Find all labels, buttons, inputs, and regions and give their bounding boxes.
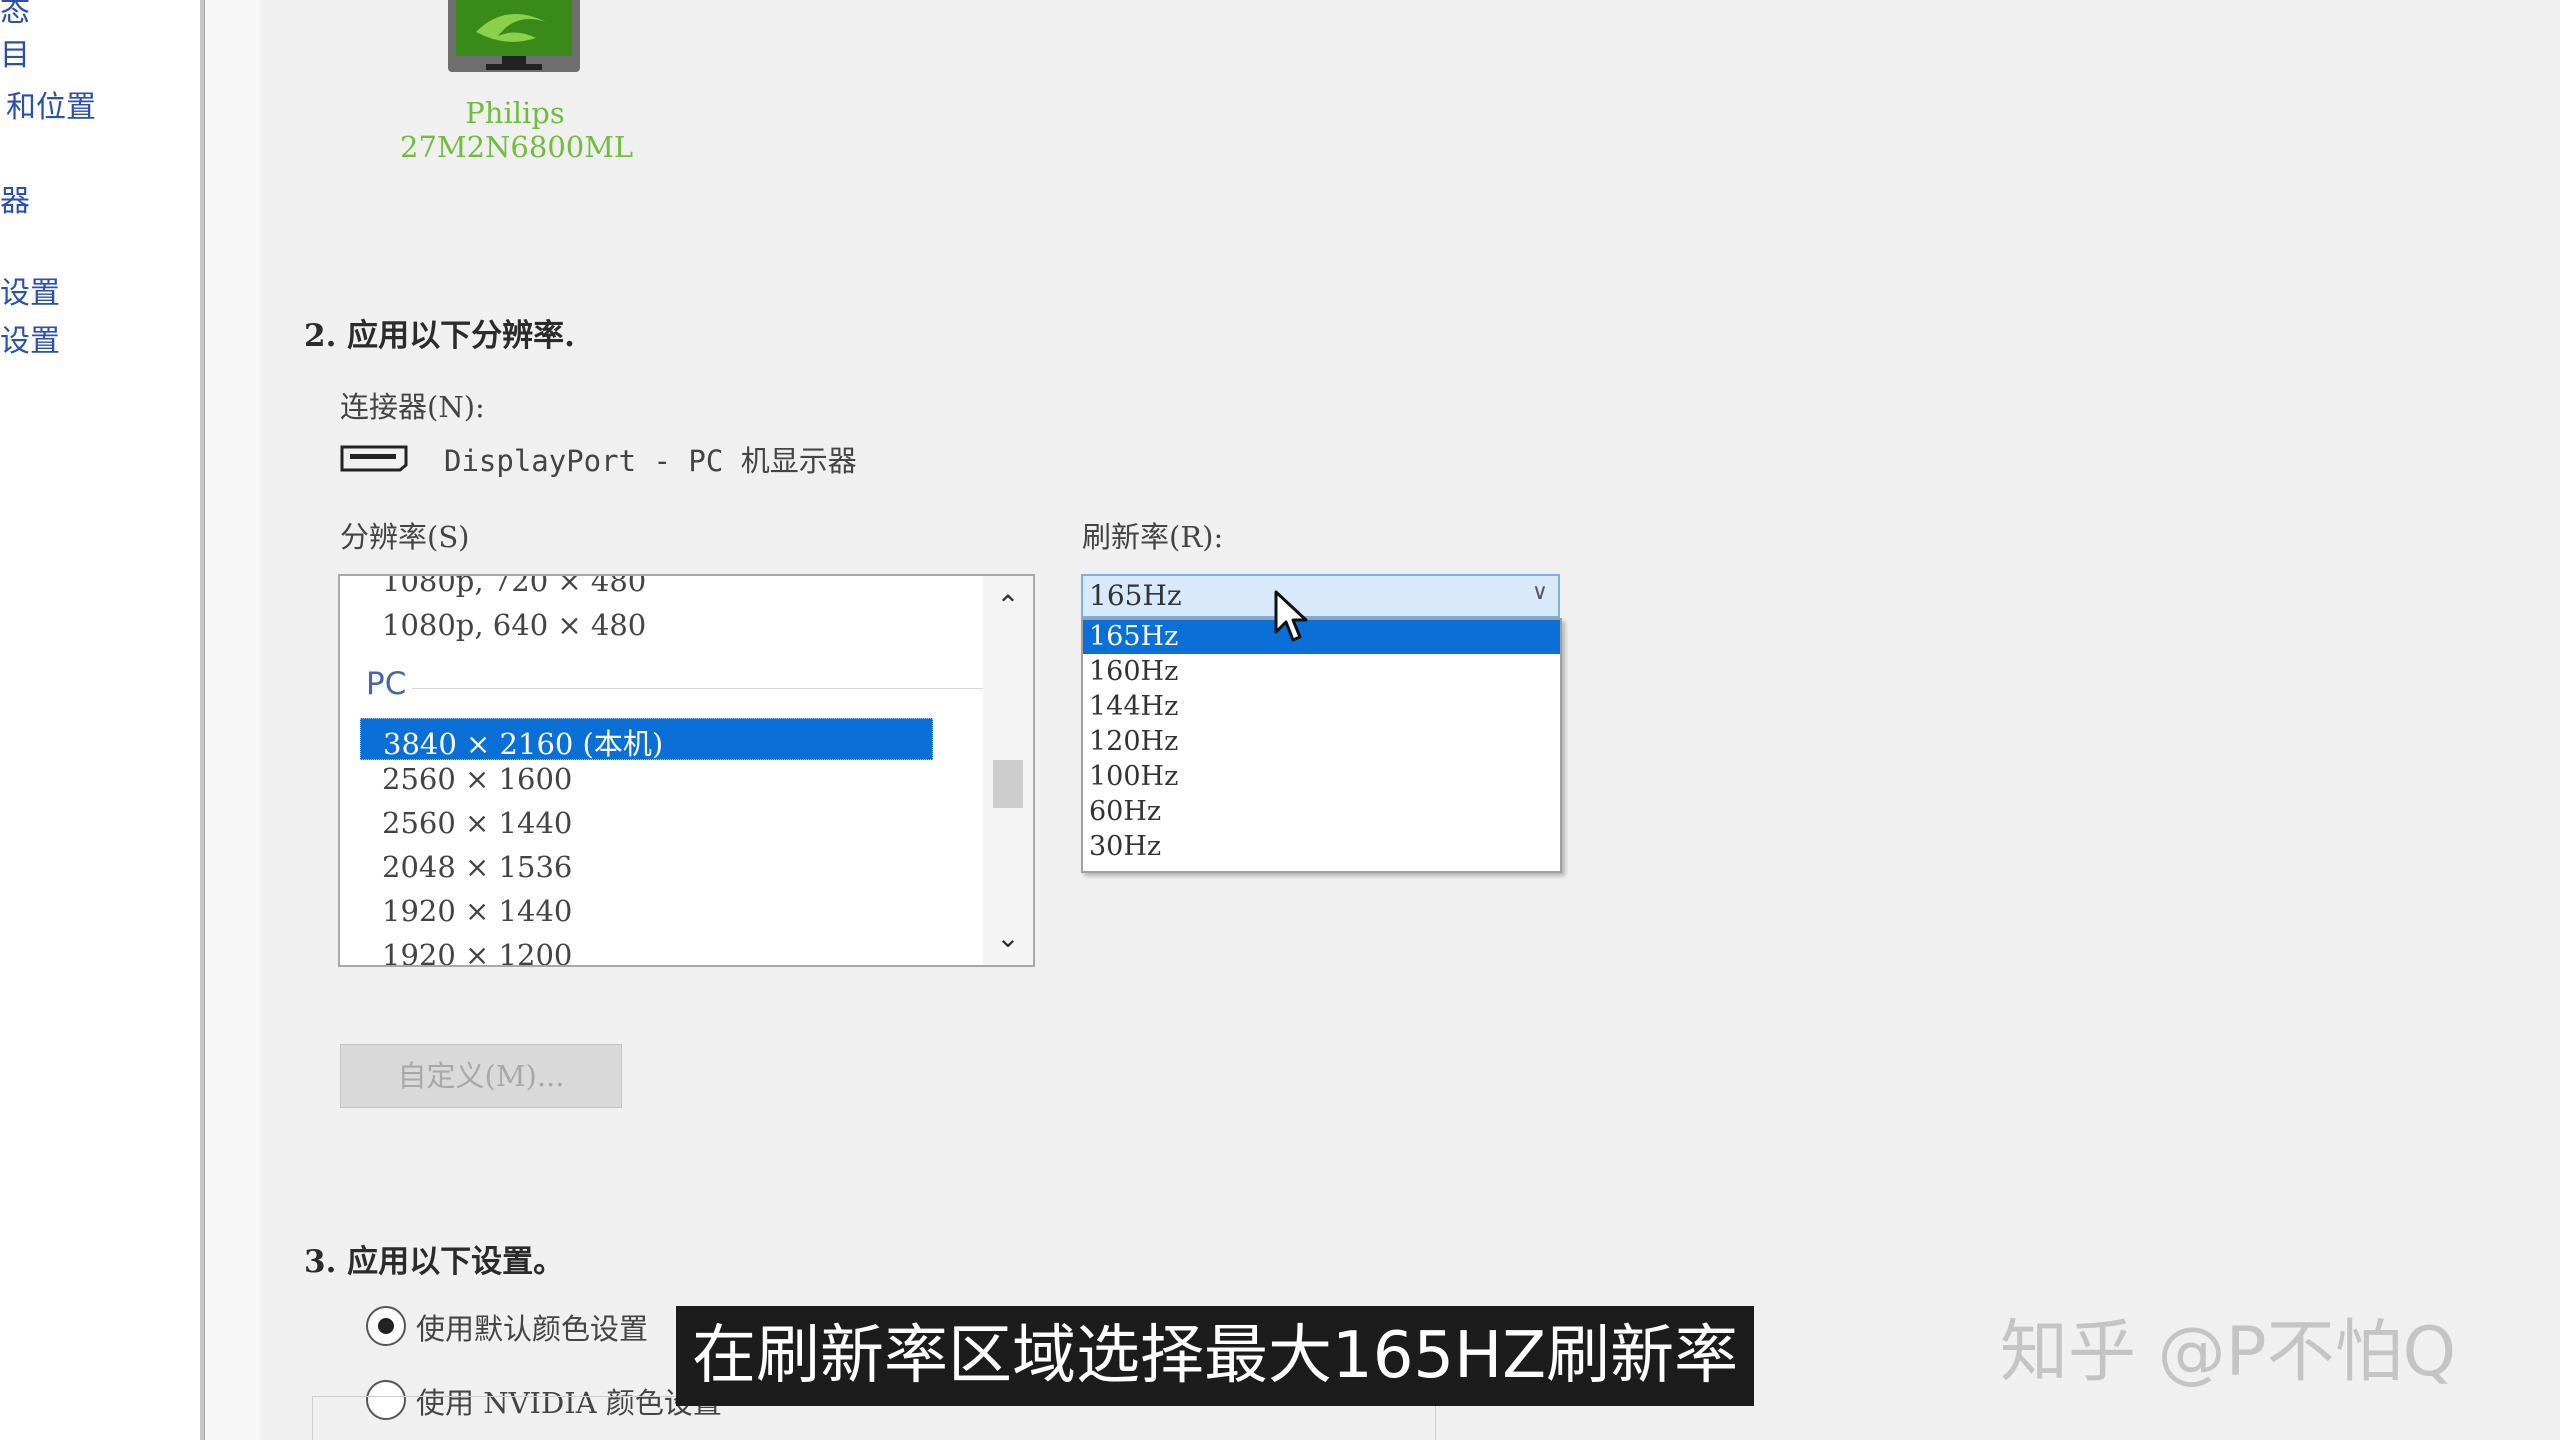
monitor-name: Philips bbox=[465, 96, 565, 130]
selected-resolution-text: 3840 × 2160 (本机) bbox=[383, 727, 664, 761]
resolution-item[interactable]: 1920 × 1200 bbox=[382, 938, 572, 965]
nav-item-settings-2[interactable]: 设置 bbox=[0, 316, 60, 360]
section-3-title: 3. 应用以下设置。 bbox=[304, 1244, 565, 1280]
radio-default-color[interactable] bbox=[366, 1306, 406, 1346]
resolution-group-header: PC bbox=[366, 666, 407, 702]
content-gutter bbox=[205, 0, 260, 1440]
nav-item-cropped[interactable]: 目 bbox=[0, 30, 30, 74]
refresh-option[interactable]: 160Hz bbox=[1083, 655, 1560, 689]
radio-checked-dot bbox=[378, 1318, 394, 1334]
chevron-down-icon[interactable]: ∨ bbox=[1532, 580, 1548, 605]
resolution-item-selected[interactable]: 3840 × 2160 (本机) bbox=[360, 718, 933, 761]
zhihu-watermark: 知乎 @P不怕Q bbox=[2000, 1313, 2457, 1392]
refresh-option[interactable]: 120Hz bbox=[1083, 725, 1560, 759]
resolution-item[interactable]: 2048 × 1536 bbox=[382, 850, 572, 884]
monitor-icon[interactable] bbox=[446, 0, 582, 84]
section-2-title: 2. 应用以下分辨率. bbox=[304, 318, 575, 354]
refresh-option[interactable]: 30Hz bbox=[1083, 830, 1560, 864]
refresh-rate-select[interactable]: 165Hz ∨ bbox=[1081, 574, 1560, 618]
scroll-up-icon[interactable]: ⌃ bbox=[983, 586, 1033, 626]
resolution-label: 分辨率(S) bbox=[340, 520, 470, 554]
refresh-rate-label: 刷新率(R): bbox=[1082, 520, 1224, 554]
refresh-rate-options[interactable]: 165Hz 160Hz 144Hz 120Hz 100Hz 60Hz 30Hz bbox=[1081, 618, 1562, 873]
customize-button[interactable]: 自定义(M)... bbox=[340, 1044, 622, 1108]
scroll-thumb[interactable] bbox=[993, 760, 1023, 808]
resolution-scrollbar[interactable]: ⌃ ⌄ bbox=[983, 576, 1033, 965]
nav-item-display[interactable]: 器 bbox=[0, 176, 30, 220]
resolution-item[interactable]: 1920 × 1440 bbox=[382, 894, 572, 928]
scroll-down-icon[interactable]: ⌄ bbox=[983, 918, 1033, 958]
nav-item-settings-1[interactable]: 设置 bbox=[0, 268, 60, 312]
resolution-listbox[interactable]: 1080p, 720 × 480 1080p, 640 × 480 PC 384… bbox=[338, 574, 1035, 967]
refresh-option-selected[interactable]: 165Hz bbox=[1083, 620, 1560, 654]
refresh-option[interactable]: 144Hz bbox=[1083, 690, 1560, 724]
resolution-item[interactable]: 2560 × 1600 bbox=[382, 762, 572, 796]
group-divider bbox=[412, 688, 1033, 689]
resolution-item[interactable]: 1080p, 640 × 480 bbox=[382, 608, 646, 642]
refresh-option[interactable]: 100Hz bbox=[1083, 760, 1560, 794]
nav-item-status[interactable]: 态 bbox=[0, 0, 30, 30]
refresh-rate-value: 165Hz bbox=[1089, 579, 1182, 612]
radio-default-color-label: 使用默认颜色设置 bbox=[416, 1312, 649, 1346]
video-subtitle: 在刷新率区域选择最大165HZ刷新率 bbox=[676, 1306, 1755, 1406]
refresh-option[interactable]: 60Hz bbox=[1083, 795, 1560, 829]
nav-item-size-position[interactable]: 和位置 bbox=[6, 82, 96, 126]
left-nav-panel: 态 目 和位置 器 设置 设置 bbox=[0, 0, 200, 1440]
connector-value: DisplayPort - PC 机显示器 bbox=[444, 444, 857, 478]
monitor-model: 27M2N6800ML bbox=[400, 130, 634, 164]
connector-label: 连接器(N): bbox=[340, 390, 485, 424]
resolution-item[interactable]: 2560 × 1440 bbox=[382, 806, 572, 840]
mouse-cursor-icon bbox=[1274, 590, 1308, 642]
resolution-item[interactable]: 1080p, 720 × 480 bbox=[382, 576, 646, 598]
displayport-icon bbox=[340, 445, 408, 472]
monitor-caption: Philips 27M2N6800ML bbox=[400, 96, 634, 164]
